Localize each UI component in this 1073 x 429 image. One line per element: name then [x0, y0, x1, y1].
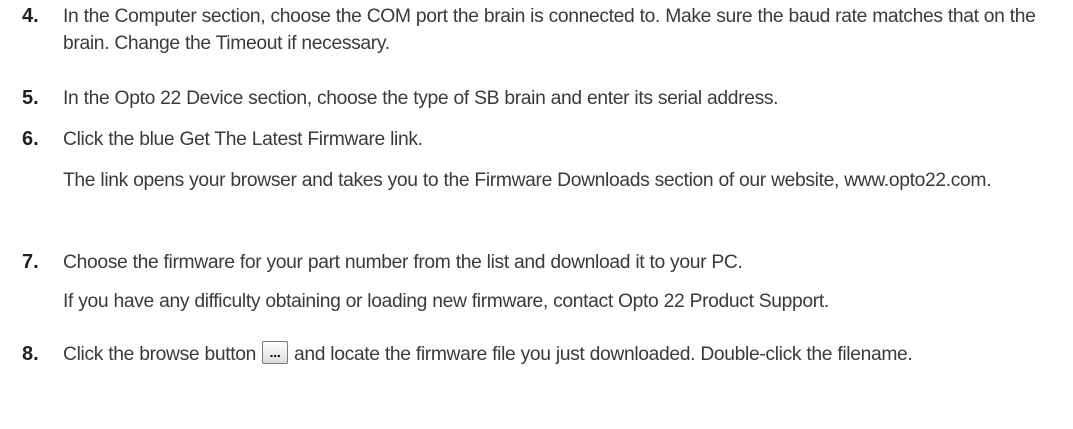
step-text: In the Computer section, choose the COM … [63, 6, 1036, 54]
step-number: 5. [22, 87, 39, 109]
browse-button[interactable]: ... [261, 341, 288, 365]
step-number: 8. [22, 343, 39, 365]
step-text: Click the browse button... and locate the… [63, 341, 1063, 368]
step-number: 7. [22, 251, 39, 273]
step-text-before: Click the browse button [63, 344, 256, 365]
step-text: Choose the firmware for your part number… [63, 252, 743, 273]
step-6-note: The link opens your browser and takes yo… [63, 170, 992, 191]
step-number: 6. [22, 128, 39, 150]
step-number: 4. [22, 5, 39, 27]
ellipsis-icon: ... [269, 347, 281, 361]
step-text-after: and locate the firmware file you just do… [293, 344, 913, 365]
step-text: In the Opto 22 Device section, choose th… [63, 88, 779, 109]
step-7-note: If you have any difficulty obtaining or … [63, 291, 829, 312]
step-text: Click the blue Get The Latest Firmware l… [63, 129, 423, 150]
